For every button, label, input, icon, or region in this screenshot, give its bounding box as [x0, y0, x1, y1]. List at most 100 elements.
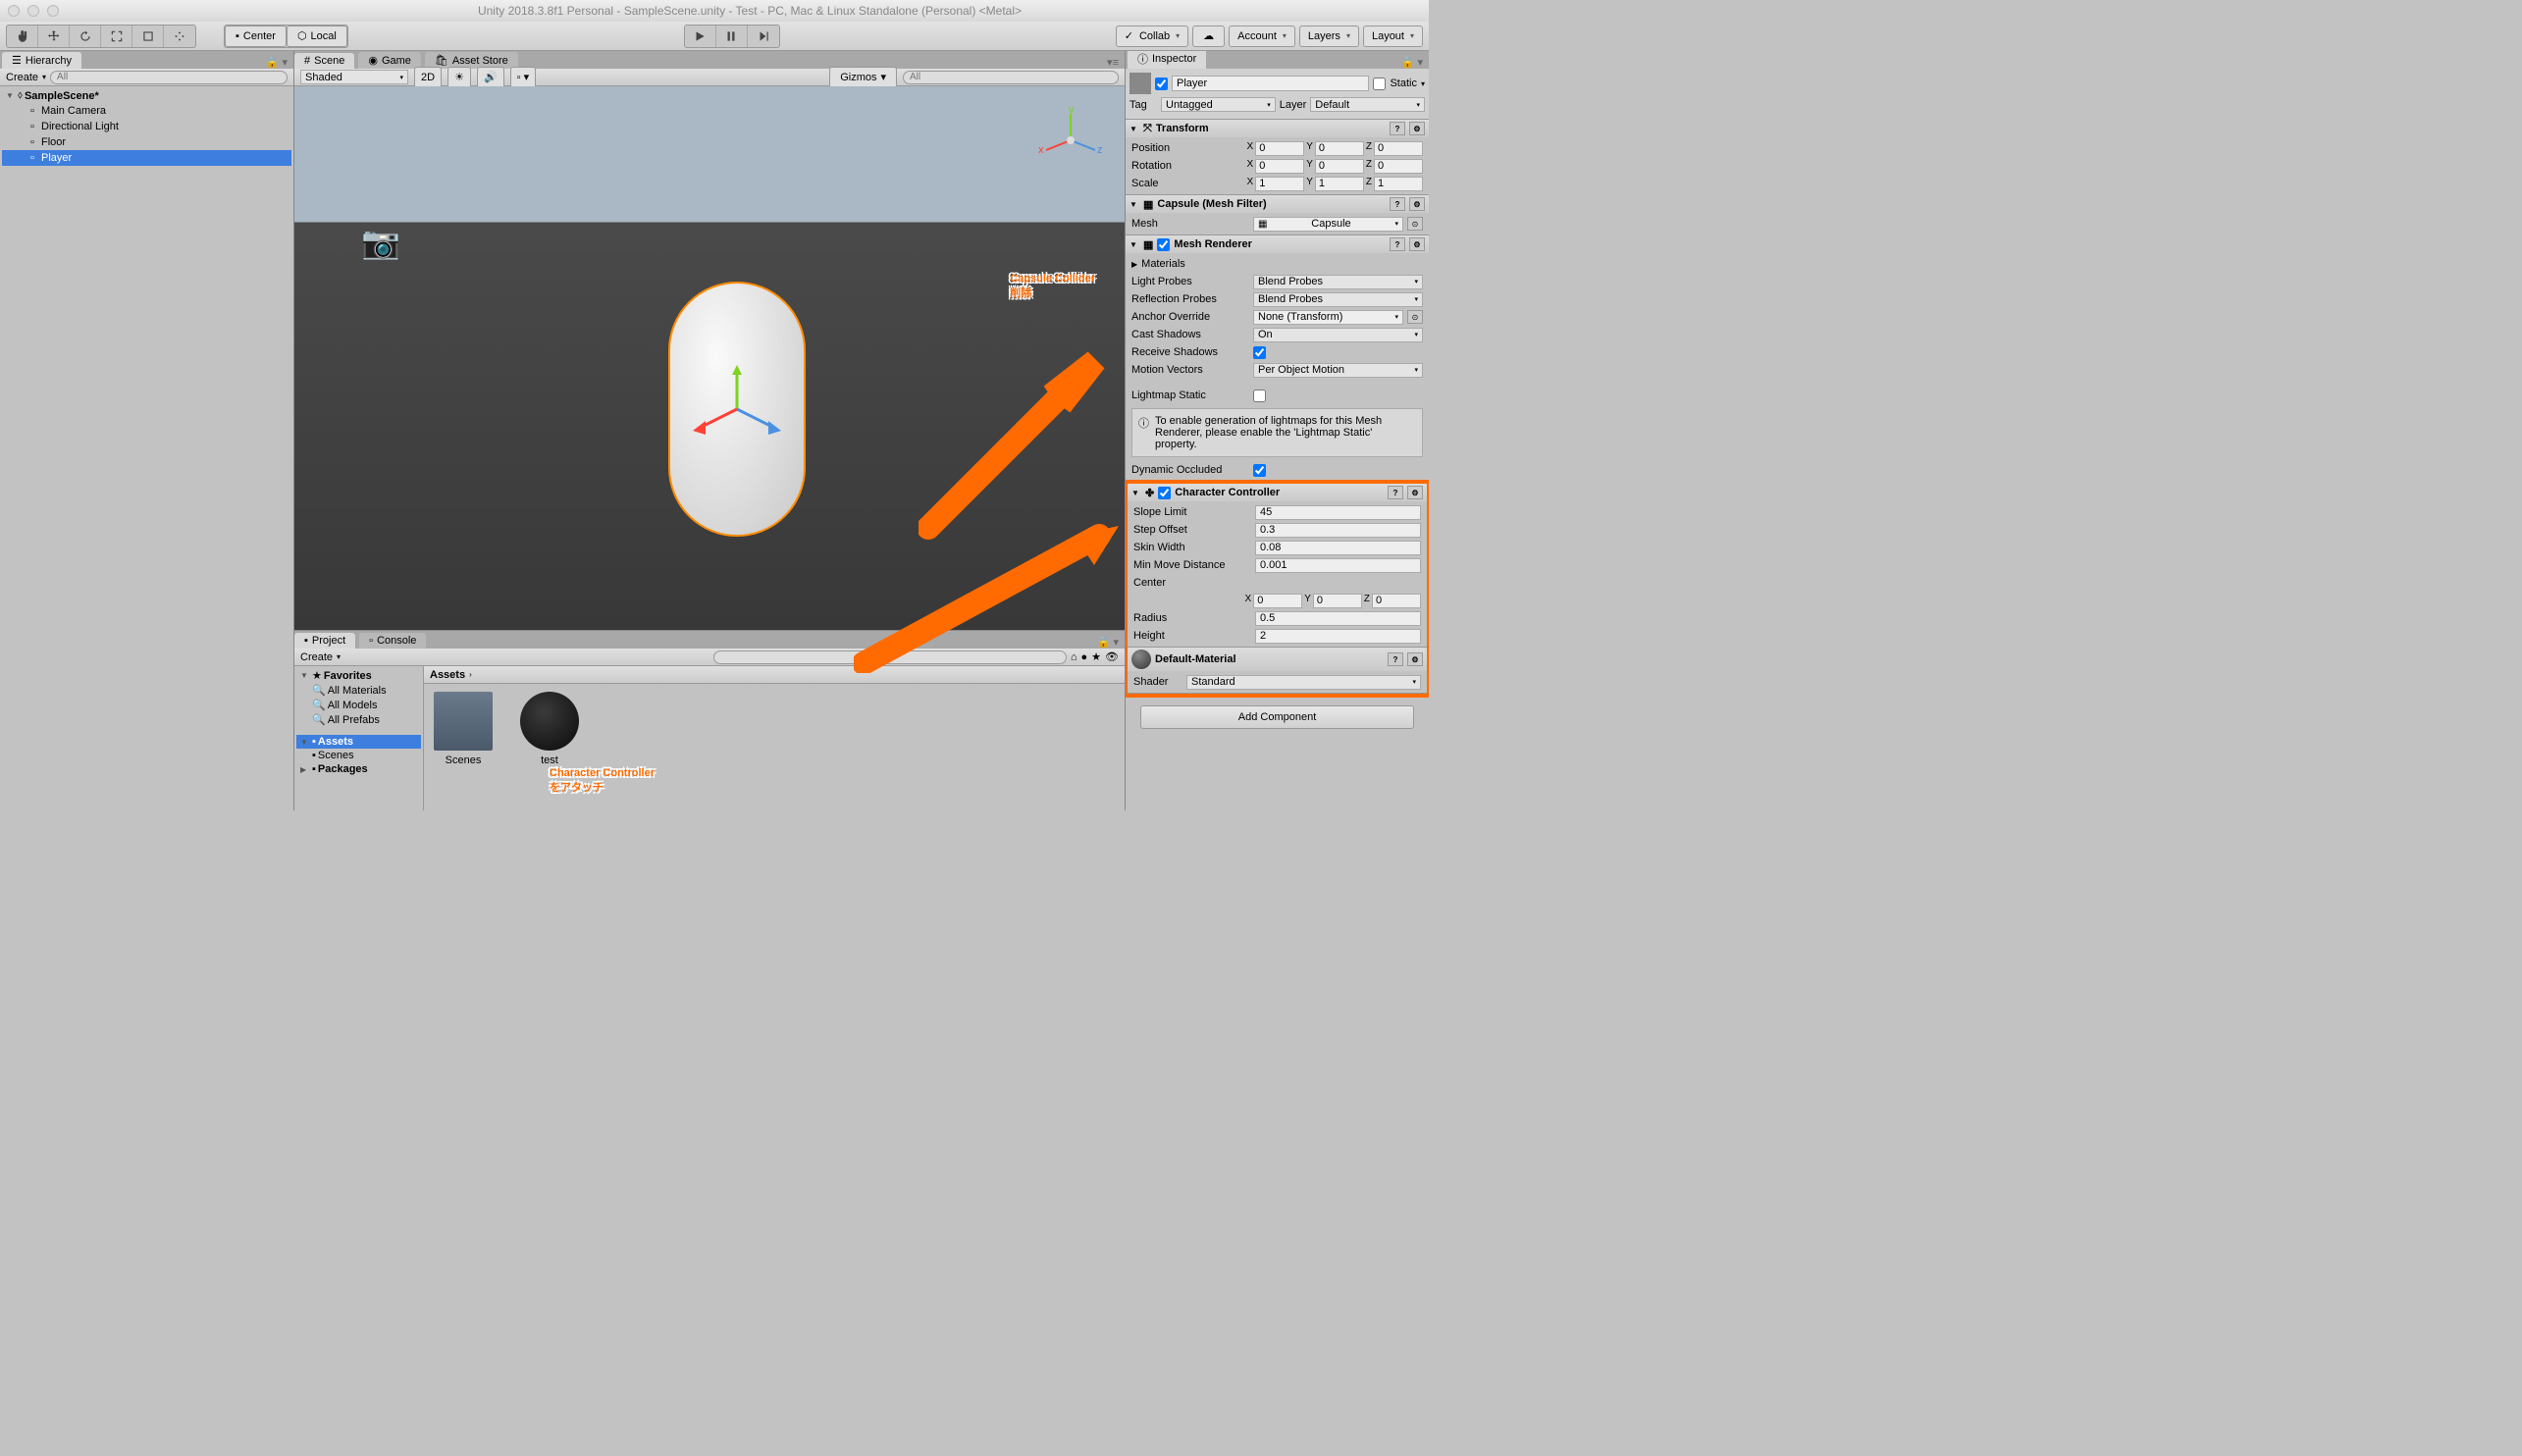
pause-button[interactable] — [716, 26, 748, 47]
reflection-probes-dropdown[interactable]: Blend Probes — [1253, 292, 1423, 307]
mesh-field[interactable]: ▦ Capsule — [1253, 217, 1403, 232]
create-dropdown[interactable]: Create — [6, 72, 38, 83]
scl-z[interactable] — [1374, 177, 1423, 191]
skin-width-input[interactable] — [1255, 541, 1421, 555]
mesh-renderer-header[interactable]: ▼▦ Mesh Renderer ?⚙ — [1126, 235, 1429, 253]
assets-folder[interactable]: ▼▪ Assets — [296, 735, 421, 749]
hand-tool[interactable] — [7, 26, 38, 47]
rot-x[interactable] — [1255, 159, 1304, 174]
scl-y[interactable] — [1315, 177, 1364, 191]
project-create[interactable]: Create — [300, 651, 333, 663]
pos-x[interactable] — [1255, 141, 1304, 156]
mesh-filter-header[interactable]: ▼▦ Capsule (Mesh Filter) ?⚙ — [1126, 195, 1429, 213]
fx-toggle[interactable]: ▫ ▾ — [510, 67, 536, 88]
cc-center-y[interactable] — [1313, 594, 1362, 608]
tag-dropdown[interactable]: Untagged — [1161, 97, 1276, 112]
gear-icon[interactable]: ⚙ — [1407, 652, 1423, 666]
lock-icon[interactable]: 🔒 ▾ — [260, 56, 293, 69]
renderer-enabled[interactable] — [1157, 238, 1170, 251]
cast-shadows-dropdown[interactable]: On — [1253, 328, 1423, 342]
lighting-toggle[interactable]: ☀ — [447, 67, 471, 88]
gear-icon[interactable]: ⚙ — [1407, 486, 1423, 499]
min-move-input[interactable] — [1255, 558, 1421, 573]
help-icon[interactable]: ? — [1390, 237, 1405, 251]
layers-dropdown[interactable]: Layers — [1299, 26, 1359, 47]
scene-item[interactable]: ▼⬨ SampleScene* — [2, 88, 291, 103]
favorites-folder[interactable]: ▼★ Favorites — [296, 668, 421, 683]
hierarchy-search[interactable] — [50, 71, 288, 84]
scl-x[interactable] — [1255, 177, 1304, 191]
scale-tool[interactable] — [101, 26, 132, 47]
hierarchy-item[interactable]: ▫Directional Light — [2, 119, 291, 134]
light-probes-dropdown[interactable]: Blend Probes — [1253, 275, 1423, 289]
audio-toggle[interactable]: 🔊 — [477, 67, 504, 88]
layout-dropdown[interactable]: Layout — [1363, 26, 1423, 47]
pivot-local[interactable]: ⬡ Local — [287, 26, 347, 47]
cloud-button[interactable]: ☁ — [1192, 26, 1225, 47]
asset-item[interactable]: test — [518, 692, 581, 766]
step-button[interactable] — [748, 26, 779, 47]
breadcrumb[interactable]: Assets — [430, 669, 465, 681]
console-tab[interactable]: ▫ Console — [359, 633, 426, 649]
hierarchy-item-selected[interactable]: ▫Player — [2, 150, 291, 166]
step-offset-input[interactable] — [1255, 523, 1421, 538]
material-header[interactable]: Default-Material ?⚙ — [1128, 648, 1427, 671]
gear-icon[interactable]: ⚙ — [1409, 237, 1425, 251]
static-checkbox[interactable] — [1373, 78, 1386, 90]
help-icon[interactable]: ? — [1390, 197, 1405, 211]
account-dropdown[interactable]: Account — [1229, 26, 1295, 47]
play-button[interactable] — [685, 26, 716, 47]
object-picker-icon[interactable]: ⊙ — [1407, 217, 1423, 231]
help-icon[interactable]: ? — [1388, 652, 1403, 666]
pos-z[interactable] — [1374, 141, 1423, 156]
pos-y[interactable] — [1315, 141, 1364, 156]
collab-dropdown[interactable]: ✓ Collab — [1116, 26, 1188, 47]
favorite-item[interactable]: 🔍 All Prefabs — [296, 712, 421, 727]
asset-item[interactable]: Scenes — [432, 692, 495, 766]
inspector-tab[interactable]: ⓘ Inspector — [1128, 51, 1206, 69]
lightmap-static-checkbox[interactable] — [1253, 390, 1266, 402]
shading-dropdown[interactable]: Shaded — [300, 70, 408, 84]
dynamic-occluded-checkbox[interactable] — [1253, 464, 1266, 477]
folder-item[interactable]: ▪ Scenes — [296, 749, 421, 762]
transform-tool[interactable] — [164, 26, 195, 47]
active-checkbox[interactable] — [1155, 78, 1168, 90]
height-input[interactable] — [1255, 629, 1421, 644]
favorite-item[interactable]: 🔍 All Models — [296, 698, 421, 712]
shader-dropdown[interactable]: Standard — [1186, 675, 1421, 690]
help-icon[interactable]: ? — [1388, 486, 1403, 499]
lock-icon[interactable]: 🔒 ▾ — [1395, 56, 1429, 69]
pivot-center[interactable]: ▪ Center — [225, 26, 287, 47]
hierarchy-tab[interactable]: ☰ Hierarchy — [2, 52, 81, 69]
rotate-tool[interactable] — [70, 26, 101, 47]
name-input[interactable] — [1172, 76, 1369, 91]
character-controller-header[interactable]: ▼✤ Character Controller ?⚙ — [1128, 484, 1427, 501]
hierarchy-item[interactable]: ▫Floor — [2, 134, 291, 150]
motion-vectors-dropdown[interactable]: Per Object Motion — [1253, 363, 1423, 378]
gizmos-dropdown[interactable]: Gizmos ▾ — [829, 67, 897, 88]
layer-dropdown[interactable]: Default — [1310, 97, 1425, 112]
rect-tool[interactable] — [132, 26, 164, 47]
scene-search[interactable] — [903, 71, 1119, 84]
rot-y[interactable] — [1315, 159, 1364, 174]
move-tool[interactable] — [38, 26, 70, 47]
object-picker-icon[interactable]: ⊙ — [1407, 310, 1423, 324]
window-controls[interactable] — [8, 5, 59, 17]
transform-header[interactable]: ▼⤧ Transform ? ⚙ — [1126, 120, 1429, 137]
radius-input[interactable] — [1255, 611, 1421, 626]
hierarchy-item[interactable]: ▫Main Camera — [2, 103, 291, 119]
2d-toggle[interactable]: 2D — [414, 67, 442, 88]
anchor-override-field[interactable]: None (Transform) — [1253, 310, 1403, 325]
capsule-object[interactable] — [668, 282, 806, 537]
slope-limit-input[interactable] — [1255, 505, 1421, 520]
cc-enabled-checkbox[interactable] — [1158, 487, 1171, 499]
help-icon[interactable]: ? — [1390, 122, 1405, 135]
add-component-button[interactable]: Add Component — [1140, 705, 1413, 729]
cc-center-x[interactable] — [1253, 594, 1302, 608]
panel-menu-icon[interactable]: ▾≡ — [1101, 56, 1125, 69]
rot-z[interactable] — [1374, 159, 1423, 174]
project-tab[interactable]: ▪ Project — [294, 633, 355, 649]
packages-folder[interactable]: ▶▪ Packages — [296, 762, 421, 776]
gear-icon[interactable]: ⚙ — [1409, 122, 1425, 135]
game-tab[interactable]: ◉ Game — [358, 52, 421, 69]
